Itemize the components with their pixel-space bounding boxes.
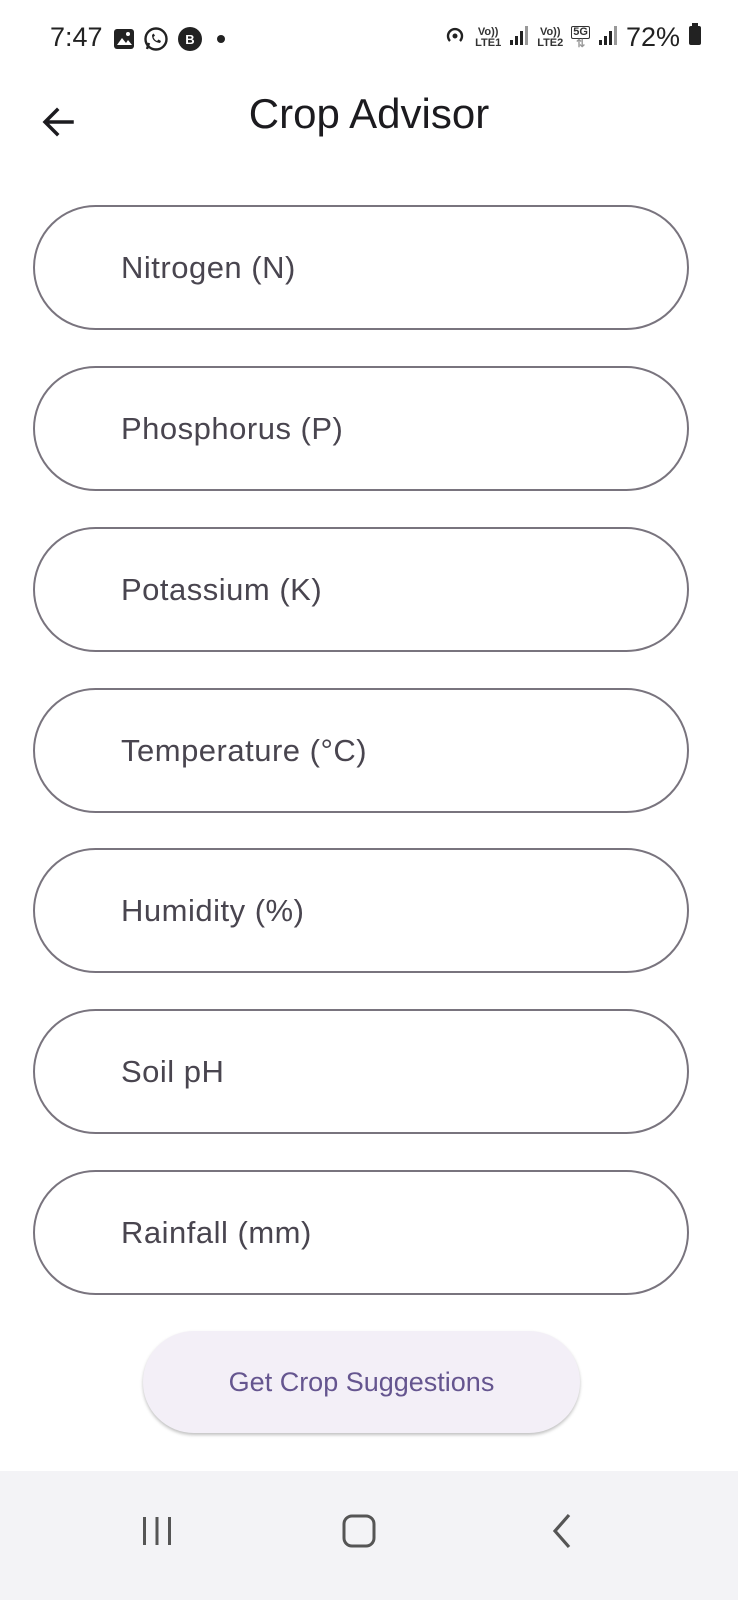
- app-bar: Crop Advisor: [0, 80, 738, 154]
- nav-back-button[interactable]: [527, 1501, 597, 1565]
- soil-ph-field[interactable]: [33, 1009, 689, 1134]
- sim1-lte-label: LTE1: [475, 36, 502, 49]
- status-bar: 7:47 B Vo)) LTE1 Vo)) LTE2 5G ⇅ 72%: [0, 0, 738, 80]
- sim2-lte-label: LTE2: [537, 36, 564, 49]
- potassium-field[interactable]: [33, 527, 689, 652]
- signal-icon: [598, 22, 618, 53]
- dot-icon: [211, 29, 231, 54]
- signal-icon: [509, 22, 529, 53]
- chevron-left-icon: [545, 1511, 579, 1556]
- system-nav-bar: [0, 1471, 738, 1600]
- rainfall-field[interactable]: [33, 1170, 689, 1295]
- temperature-field[interactable]: [33, 688, 689, 813]
- nitrogen-input[interactable]: [119, 248, 647, 287]
- system-status: Vo)) LTE1 Vo)) LTE2 5G ⇅ 72%: [443, 22, 702, 53]
- home-icon: [341, 1513, 377, 1554]
- nitrogen-field[interactable]: [33, 205, 689, 330]
- battery-icon: [688, 22, 702, 53]
- home-button[interactable]: [324, 1501, 394, 1565]
- battery-percent: 72%: [625, 22, 680, 52]
- network-type: 5G ⇅: [571, 25, 590, 50]
- potassium-input[interactable]: [119, 570, 647, 609]
- sim2-network: Vo)) LTE2: [537, 25, 564, 49]
- temperature-input[interactable]: [119, 731, 647, 770]
- whatsapp-icon: [143, 26, 169, 57]
- sim1-network: Vo)) LTE1: [475, 25, 502, 49]
- soil-ph-input[interactable]: [119, 1052, 647, 1091]
- notification-icons: B: [113, 26, 231, 57]
- phosphorus-input[interactable]: [119, 409, 647, 448]
- get-crop-suggestions-button[interactable]: Get Crop Suggestions: [143, 1331, 580, 1433]
- hotspot-icon: [443, 22, 467, 53]
- page-title: Crop Advisor: [248, 90, 490, 137]
- recent-apps-button[interactable]: [122, 1501, 192, 1565]
- rainfall-input[interactable]: [119, 1213, 647, 1252]
- phosphorus-field[interactable]: [33, 366, 689, 491]
- gallery-icon: [113, 28, 135, 55]
- humidity-field[interactable]: [33, 848, 689, 973]
- whatsapp-business-icon: B: [177, 26, 203, 57]
- sim1-volte-label: Vo)): [477, 25, 499, 38]
- sim2-volte-label: Vo)): [539, 25, 561, 38]
- status-time: 7:47: [50, 22, 103, 52]
- svg-text:B: B: [185, 32, 194, 47]
- humidity-input[interactable]: [119, 891, 647, 930]
- recent-apps-icon: [140, 1514, 174, 1553]
- 5g-badge: 5G: [571, 25, 590, 39]
